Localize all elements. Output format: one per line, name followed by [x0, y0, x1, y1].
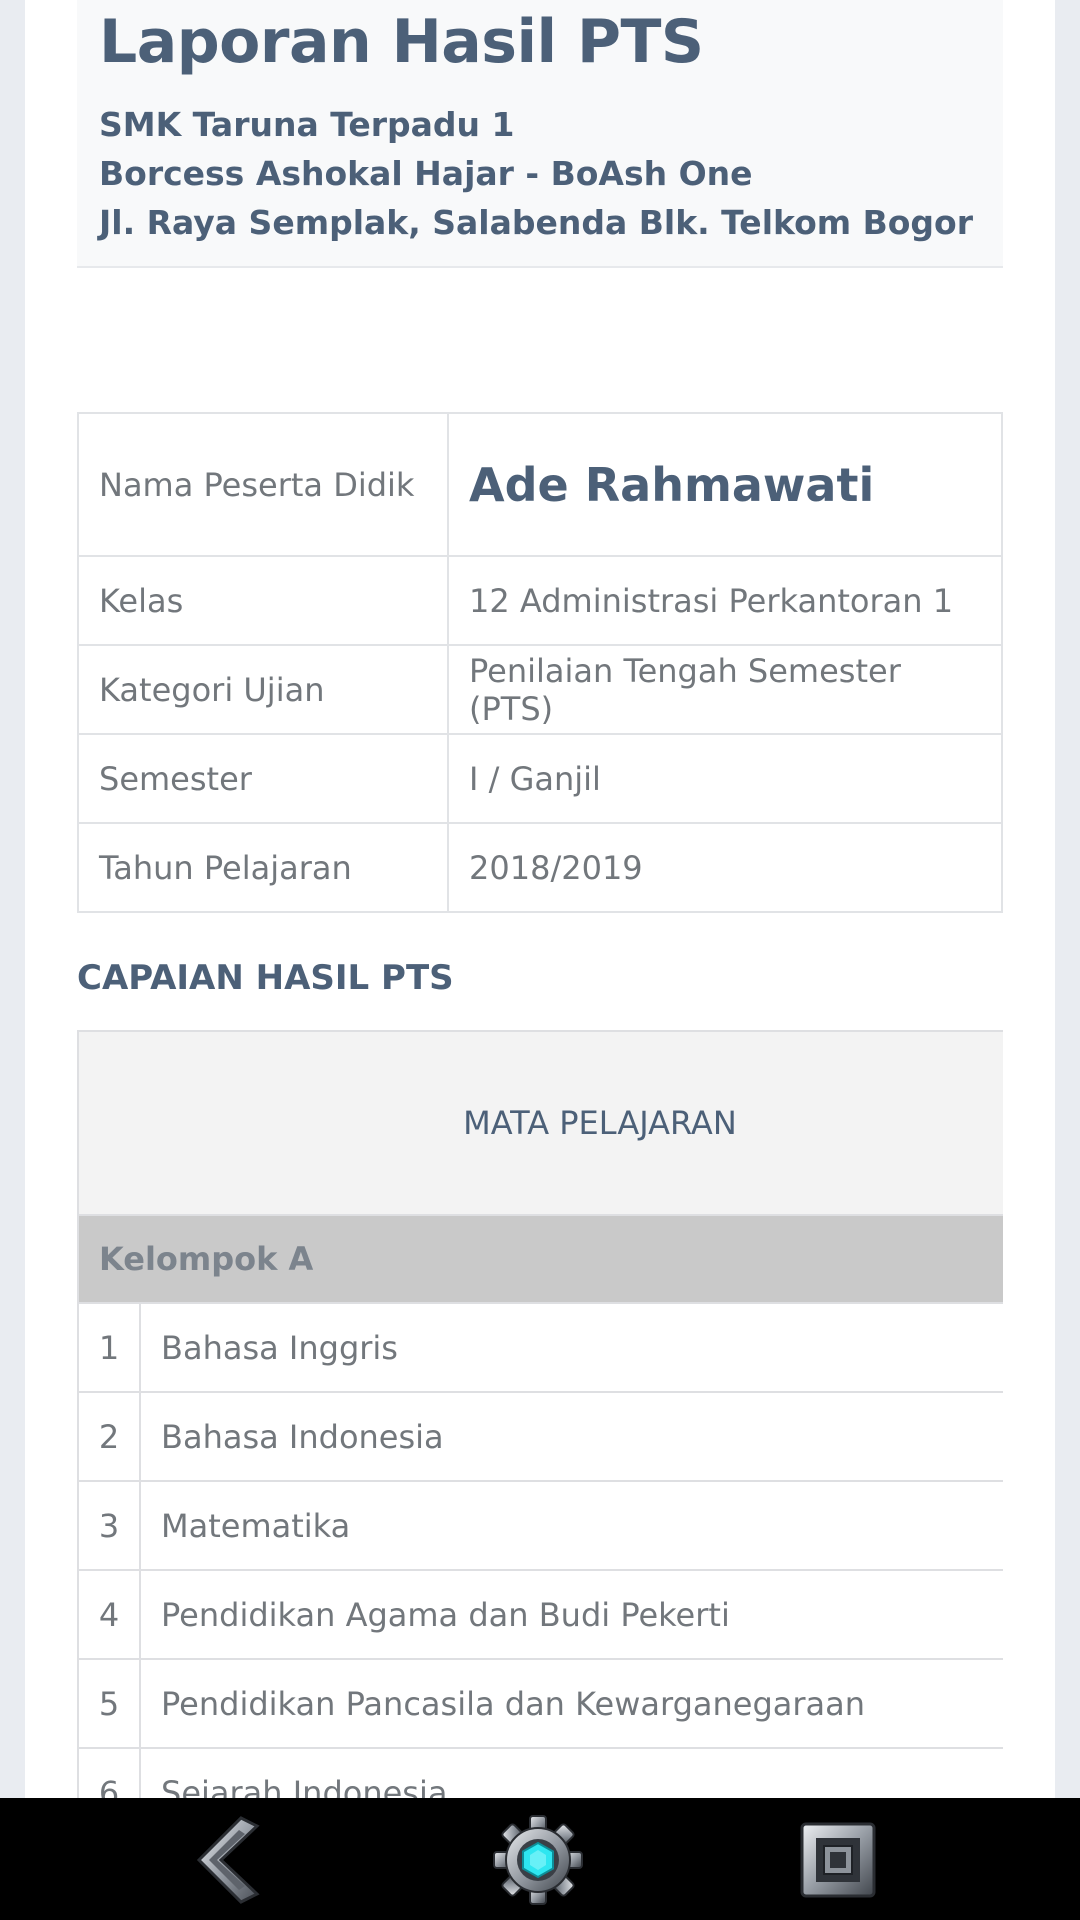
group-row: Kelompok A [77, 1214, 1003, 1304]
student-name-value: Ade Rahmawati [469, 457, 875, 512]
group-label: Kelompok A [77, 1214, 1003, 1304]
table-row: 2 Bahasa Indonesia [77, 1391, 1003, 1482]
report-content: Laporan Hasil PTS SMK Taruna Terpadu 1 B… [77, 0, 1003, 1798]
system-nav-bar [0, 1798, 1080, 1920]
row-number: 2 [77, 1391, 141, 1482]
info-label: Kategori Ujian [77, 644, 449, 735]
grades-table-scroll[interactable]: MATA PELAJARAN K Kelompok A 1 Bahasa Ing… [77, 1030, 1003, 1798]
table-row: 5 Pendidikan Pancasila dan Kewarganegara… [77, 1658, 1003, 1749]
subject-name: Pendidikan Pancasila dan Kewarganegaraan [139, 1658, 1003, 1749]
info-value: Penilaian Tengah Semester (PTS) [447, 644, 1003, 735]
student-info-table: Nama Peserta Didik Ade Rahmawati Kelas 1… [77, 412, 1003, 913]
school-info: SMK Taruna Terpadu 1 Borcess Ashokal Haj… [99, 100, 981, 247]
recent-apps-button[interactable] [790, 1812, 886, 1908]
info-row-year: Tahun Pelajaran 2018/2019 [77, 822, 1003, 913]
row-number: 4 [77, 1569, 141, 1660]
row-number: 3 [77, 1480, 141, 1571]
row-number: 5 [77, 1658, 141, 1749]
info-row-semester: Semester I / Ganjil [77, 733, 1003, 824]
school-subtitle: Borcess Ashokal Hajar - BoAsh One [99, 154, 753, 193]
info-value: 12 Administrasi Perkantoran 1 [447, 555, 1003, 646]
back-button[interactable] [183, 1812, 279, 1908]
back-icon [196, 1816, 260, 1904]
school-name: SMK Taruna Terpadu 1 [99, 105, 515, 144]
info-label: Tahun Pelajaran [77, 822, 449, 913]
student-name: Ade Rahmawati [447, 412, 1003, 557]
grades-table: MATA PELAJARAN K Kelompok A 1 Bahasa Ing… [77, 1030, 1003, 1798]
recent-apps-icon [800, 1822, 876, 1898]
grades-header-row: MATA PELAJARAN K [77, 1030, 1003, 1216]
home-icon [493, 1815, 583, 1905]
page-title: Laporan Hasil PTS [99, 7, 704, 77]
info-row-exam-category: Kategori Ujian Penilaian Tengah Semester… [77, 644, 1003, 735]
subject-name: Bahasa Indonesia [139, 1391, 1003, 1482]
table-row: 6 Sejarah Indonesia [77, 1747, 1003, 1798]
section-title: CAPAIAN HASIL PTS [77, 958, 454, 998]
info-value: I / Ganjil [447, 733, 1003, 824]
subject-name: Pendidikan Agama dan Budi Pekerti [139, 1569, 1003, 1660]
school-address: Jl. Raya Semplak, Salabenda Blk. Telkom … [99, 203, 974, 242]
info-value: 2018/2019 [447, 822, 1003, 913]
table-row: 3 Matematika [77, 1480, 1003, 1571]
info-row-name: Nama Peserta Didik Ade Rahmawati [77, 412, 1003, 557]
info-row-class: Kelas 12 Administrasi Perkantoran 1 [77, 555, 1003, 646]
row-number: 6 [77, 1747, 141, 1798]
report-header: Laporan Hasil PTS SMK Taruna Terpadu 1 B… [77, 0, 1003, 268]
subject-name: Bahasa Inggris [139, 1302, 1003, 1393]
subject-name: Matematika [139, 1480, 1003, 1571]
row-number: 1 [77, 1302, 141, 1393]
report-page: Laporan Hasil PTS SMK Taruna Terpadu 1 B… [25, 0, 1055, 1798]
info-label: Kelas [77, 555, 449, 646]
info-label: Nama Peserta Didik [77, 412, 449, 557]
table-row: 1 Bahasa Inggris [77, 1302, 1003, 1393]
column-header-subject: MATA PELAJARAN [77, 1030, 1003, 1216]
table-row: 4 Pendidikan Agama dan Budi Pekerti [77, 1569, 1003, 1660]
info-label: Semester [77, 733, 449, 824]
home-button[interactable] [490, 1812, 586, 1908]
subject-name: Sejarah Indonesia [139, 1747, 1003, 1798]
